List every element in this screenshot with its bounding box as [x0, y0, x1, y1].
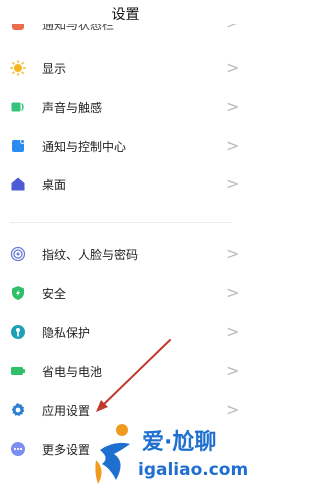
watermark-domain: igaliao.com	[138, 460, 249, 480]
annotation-arrow-icon	[96, 339, 171, 412]
watermark-brand: 爱·尬聊	[142, 430, 217, 455]
watermark: 爱·尬聊 igaliao.com	[92, 420, 249, 488]
watermark-logo-icon	[95, 424, 130, 484]
